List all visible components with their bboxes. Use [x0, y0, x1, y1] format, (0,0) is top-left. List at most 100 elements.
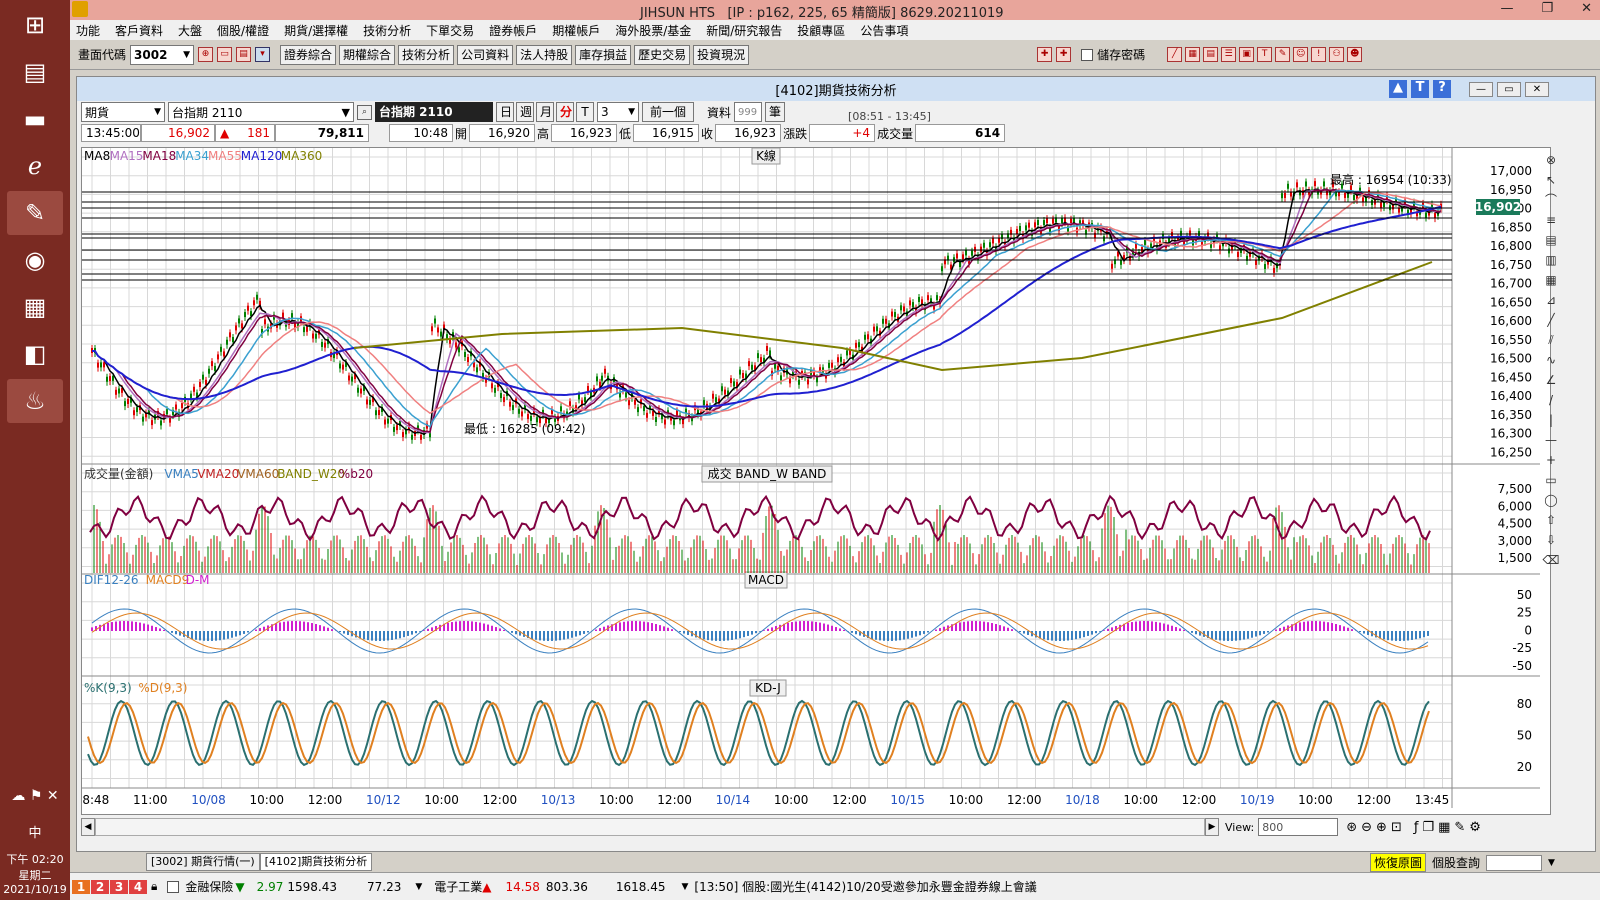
- function-button[interactable]: 法人持股: [516, 44, 573, 65]
- gann-tool-icon[interactable]: ▦: [1542, 271, 1560, 289]
- angle-tool-icon[interactable]: ∠: [1542, 371, 1560, 389]
- market-type-select[interactable]: 期貨 ▼: [81, 102, 165, 122]
- note-tool-icon[interactable]: ✎: [1275, 47, 1291, 62]
- table-icon[interactable]: ▦: [1438, 820, 1450, 835]
- line-tool-icon[interactable]: ╱: [1542, 311, 1560, 329]
- chevron-down-icon[interactable]: ▼: [415, 882, 422, 892]
- chart-canvas[interactable]: MA8 MA15MA18MA34MA55MA120MA360 成交量(金額) VMA5…: [75, 147, 1552, 816]
- function-button[interactable]: 期權綜合: [339, 44, 396, 65]
- horizontal-scrollbar[interactable]: [95, 818, 1205, 836]
- screen-code-input[interactable]: 3002 ▼: [130, 44, 195, 65]
- columns-tool-icon[interactable]: ▥: [1542, 251, 1560, 269]
- fib-tool-icon[interactable]: ≡: [1542, 211, 1560, 229]
- alert-tool-icon[interactable]: !: [1311, 47, 1327, 62]
- function-button[interactable]: 技術分析: [398, 44, 455, 65]
- arrow-up-icon[interactable]: ▲: [1389, 80, 1407, 98]
- prev-button[interactable]: 前一個: [642, 102, 694, 122]
- data-count-input[interactable]: 999: [734, 102, 763, 122]
- pointer-tool-icon[interactable]: ↖: [1542, 171, 1560, 189]
- fan-tool-icon[interactable]: ⊿: [1542, 291, 1560, 309]
- folder-icon[interactable]: ▭: [217, 47, 233, 62]
- up-arrow-tool-icon[interactable]: ⇧: [1542, 511, 1560, 529]
- search-icon[interactable]: ⊕: [198, 47, 214, 62]
- window-tool-icon[interactable]: ▣: [1239, 47, 1255, 62]
- text-tool-icon[interactable]: T: [1257, 47, 1273, 62]
- chart-area[interactable]: MA8 MA15 MA18 MA34 MA55 MA120 MA360 成交量(金額) VMA5…: [75, 147, 1552, 816]
- save-password-checkbox[interactable]: [1081, 48, 1094, 61]
- help-icon[interactable]: ?: [1433, 80, 1451, 98]
- internet-explorer-icon[interactable]: ℯ: [7, 144, 63, 188]
- period-button[interactable]: T: [576, 102, 594, 122]
- windows-start-icon[interactable]: ⊞: [7, 3, 63, 47]
- ellipse-tool-icon[interactable]: ◯: [1542, 491, 1560, 509]
- zoom-fit-icon[interactable]: ⊛: [1346, 820, 1357, 835]
- scroll-left-icon[interactable]: ◀: [81, 818, 95, 836]
- news-ticker[interactable]: [13:50] 個股:國光生(4142)10/20受邀參加永豐金證券線上會議: [694, 878, 1036, 895]
- close-icon[interactable]: ✕: [1581, 1, 1592, 16]
- file-explorer-icon[interactable]: ▬: [7, 97, 63, 141]
- wave-tool-icon[interactable]: ∿: [1542, 351, 1560, 369]
- ticker-num-3[interactable]: 3: [110, 879, 128, 894]
- window-minimize-icon[interactable]: —: [1469, 82, 1493, 97]
- interval-select[interactable]: 3 ▼: [597, 102, 639, 122]
- tab-futures-tech[interactable]: [4102]期貨技術分析: [259, 853, 373, 871]
- period-button[interactable]: 週: [516, 102, 534, 122]
- text-t-icon[interactable]: T: [1411, 80, 1429, 98]
- chart-tool-icon[interactable]: ▦: [1185, 47, 1201, 62]
- menu-item[interactable]: 新聞/研究報告: [706, 22, 782, 39]
- settings-gear-icon[interactable]: ⚙: [1469, 820, 1481, 835]
- contract-select[interactable]: 台指期 2110 ▼: [168, 102, 354, 122]
- minimize-icon[interactable]: —: [1500, 1, 1513, 16]
- restore-icon[interactable]: ❐: [1541, 1, 1553, 16]
- menu-item[interactable]: 公告事項: [860, 22, 908, 39]
- add-red-icon[interactable]: ✚: [1037, 47, 1053, 62]
- restore-chart-button[interactable]: 恢復原圖: [1370, 853, 1427, 872]
- lock-icon[interactable]: 🔒︎: [151, 879, 157, 894]
- function-button[interactable]: 庫存損益: [575, 44, 632, 65]
- ticker-num-1[interactable]: 1: [72, 879, 90, 894]
- menu-item[interactable]: 個股/權證: [217, 22, 269, 39]
- jihsun-hts-icon[interactable]: ♨: [7, 379, 63, 423]
- tray-icons[interactable]: ☁ ⚑ ✕: [0, 788, 70, 804]
- print-icon[interactable]: ▤: [236, 47, 252, 62]
- menu-item[interactable]: 功能: [76, 22, 100, 39]
- function-button[interactable]: 公司資料: [457, 44, 514, 65]
- paint-app-icon[interactable]: ✎: [7, 191, 63, 235]
- arc-tool-icon[interactable]: ⌒: [1542, 191, 1560, 209]
- chrome-icon[interactable]: ◉: [7, 238, 63, 282]
- ticker-num-2[interactable]: 2: [91, 879, 109, 894]
- tab-futures-quote[interactable]: [3002] 期貨行情(一): [146, 853, 260, 871]
- draw-tool-icon[interactable]: ╱: [1167, 47, 1183, 62]
- zoom-out-icon[interactable]: ⊖: [1361, 820, 1372, 835]
- ime-indicator[interactable]: 中: [0, 822, 70, 841]
- list-tool-icon[interactable]: ☰: [1221, 47, 1237, 62]
- chevron-down-icon[interactable]: ▼: [682, 882, 689, 892]
- channel-tool-icon[interactable]: ⫽: [1542, 331, 1560, 349]
- menu-item[interactable]: 客戶資料: [115, 22, 163, 39]
- menu-item[interactable]: 證券帳戶: [489, 22, 537, 39]
- menu-item[interactable]: 期權帳戶: [552, 22, 600, 39]
- cancel-tool-icon[interactable]: ⊗: [1542, 151, 1560, 169]
- vertical-line-icon[interactable]: |: [1542, 411, 1560, 429]
- grid-tool-icon[interactable]: ▤: [1542, 231, 1560, 249]
- desktop-app-icon[interactable]: ▤: [7, 50, 63, 94]
- menu-item[interactable]: 技術分析: [363, 22, 411, 39]
- window-restore-icon[interactable]: ▭: [1497, 82, 1521, 97]
- ticker-num-4[interactable]: 4: [129, 879, 147, 894]
- copy-icon[interactable]: ❐: [1422, 820, 1434, 835]
- dropdown-icon[interactable]: ▾: [255, 47, 271, 62]
- zoom-range-icon[interactable]: ⊡: [1391, 820, 1402, 835]
- link-tool-icon[interactable]: ⚇: [1329, 47, 1345, 62]
- function-button[interactable]: 證券綜合: [280, 44, 337, 65]
- segment-tool-icon[interactable]: /: [1542, 391, 1560, 409]
- eraser-tool-icon[interactable]: ⌫: [1542, 551, 1560, 569]
- chevron-down-icon[interactable]: ▼: [1548, 858, 1555, 868]
- cross-tool-icon[interactable]: +: [1542, 451, 1560, 469]
- down-arrow-tool-icon[interactable]: ⇩: [1542, 531, 1560, 549]
- period-button[interactable]: 分: [556, 102, 574, 122]
- horizontal-line-icon[interactable]: —: [1542, 431, 1560, 449]
- formula-icon[interactable]: ƒ: [1414, 820, 1419, 835]
- layout-tool-icon[interactable]: ▤: [1203, 47, 1219, 62]
- search-icon[interactable]: ⌕: [357, 104, 372, 120]
- menu-item[interactable]: 投顧專區: [797, 22, 845, 39]
